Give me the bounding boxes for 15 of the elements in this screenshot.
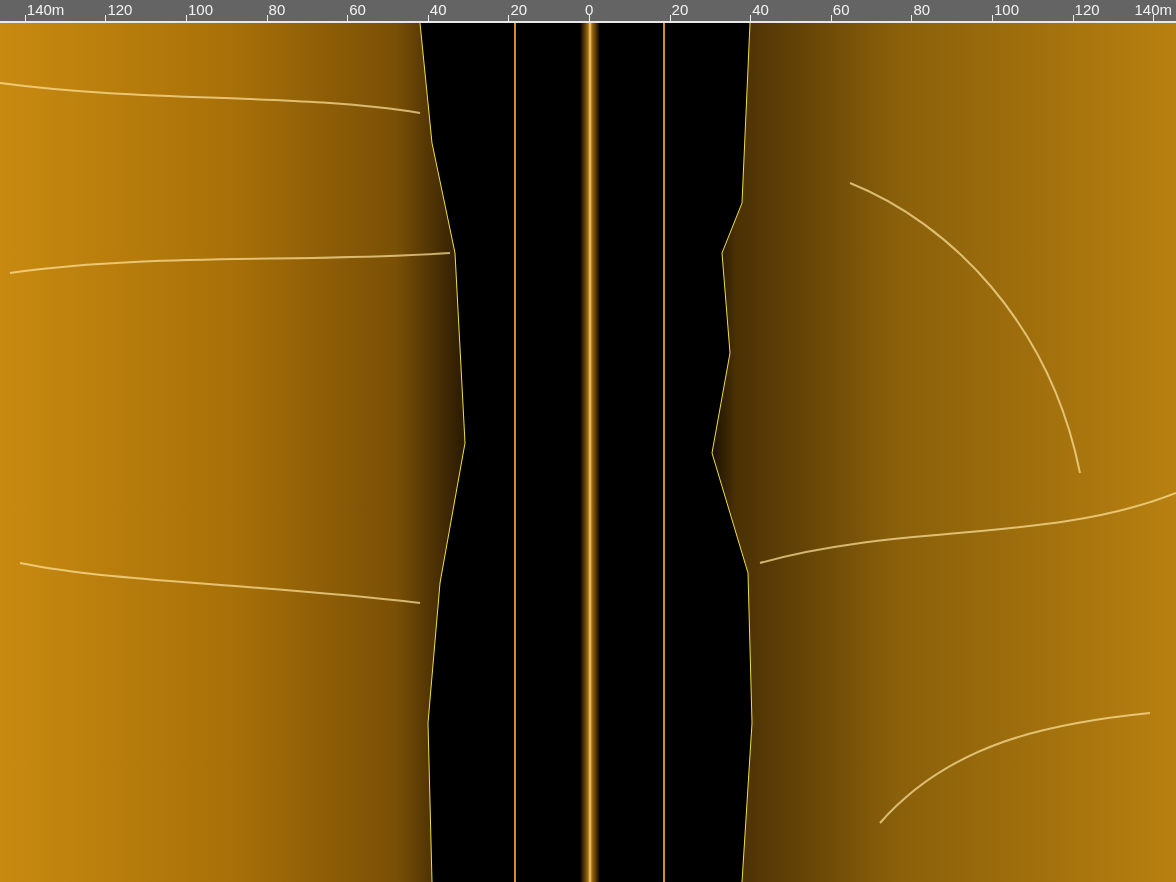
ruler-label: 100 — [994, 1, 1020, 18]
ruler-label: 40 — [752, 1, 769, 18]
ruler-label: 20 — [510, 1, 528, 18]
ruler-label: 120 — [1074, 1, 1100, 18]
ruler-label: 100 — [188, 1, 214, 18]
ruler-label: 0 — [585, 1, 594, 18]
ruler-label: 120 — [107, 1, 133, 18]
ruler-label: 140m — [1134, 1, 1172, 18]
ruler-label: 140m — [26, 1, 65, 18]
ruler-label: 80 — [913, 1, 931, 18]
ruler-label: 20 — [671, 1, 689, 18]
ruler-label: 40 — [429, 1, 447, 18]
ruler-label: 60 — [832, 1, 850, 18]
ruler-label: 60 — [349, 1, 366, 18]
ruler-label: 80 — [268, 1, 286, 18]
